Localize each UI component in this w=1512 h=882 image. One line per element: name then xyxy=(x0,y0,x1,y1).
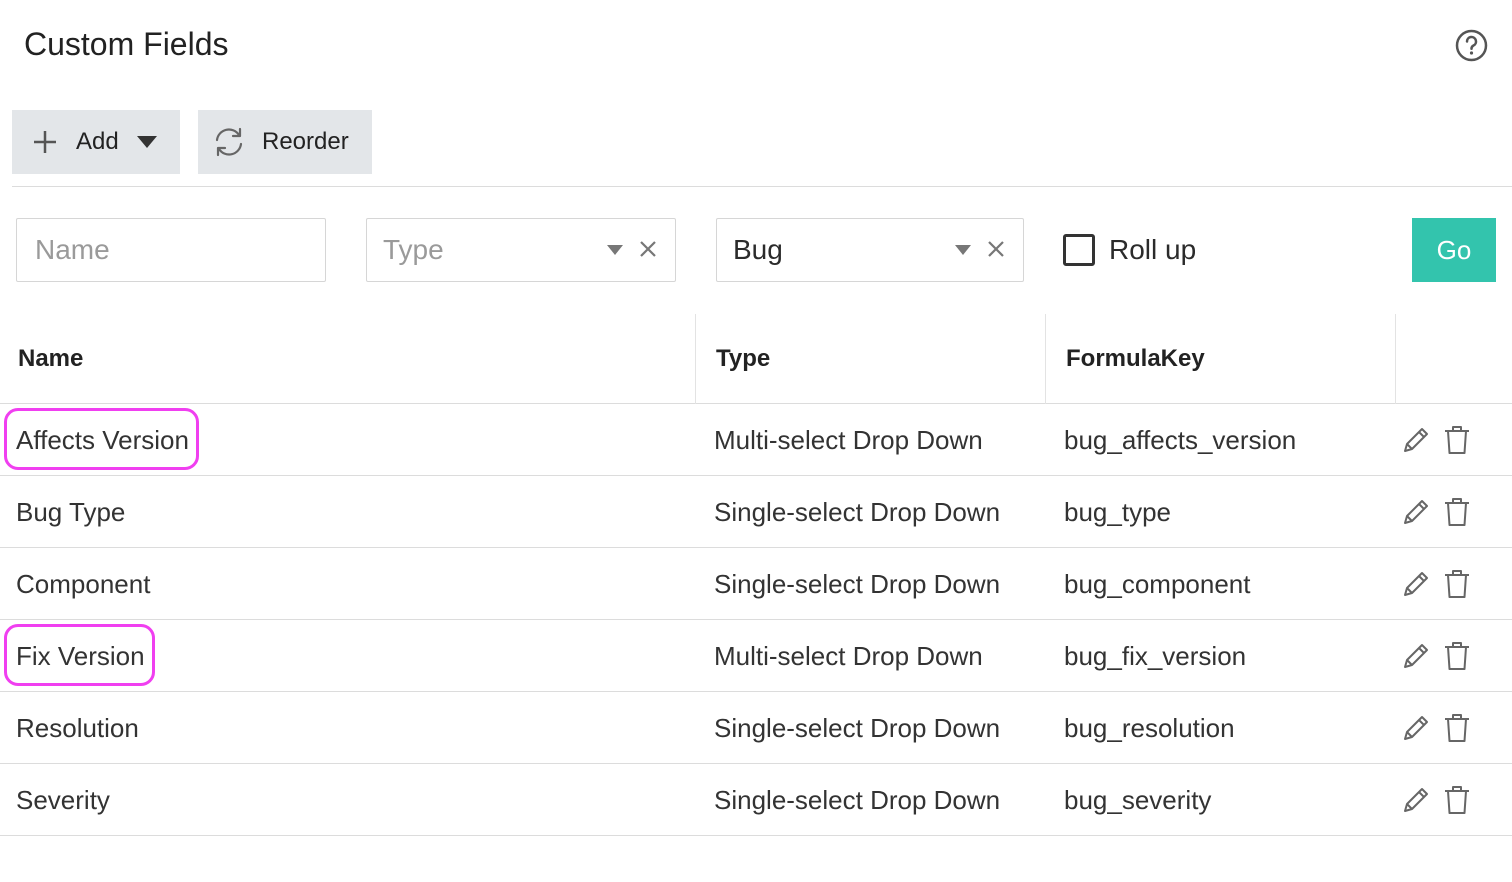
row-type: Single-select Drop Down xyxy=(714,496,1001,527)
add-button-label: Add xyxy=(76,128,119,155)
trash-icon[interactable] xyxy=(1442,640,1472,672)
row-formula-key: bug_fix_version xyxy=(1064,640,1247,671)
pencil-icon[interactable] xyxy=(1400,640,1432,672)
pencil-icon[interactable] xyxy=(1400,496,1432,528)
table-row[interactable]: Resolution Single-select Drop Down bug_res… xyxy=(0,692,1512,764)
name-filter-field[interactable] xyxy=(16,218,326,282)
question-circle-icon[interactable] xyxy=(1455,29,1488,62)
row-formula-key: bug_resolution xyxy=(1064,712,1235,743)
caret-down-icon[interactable] xyxy=(955,245,971,255)
table-row[interactable]: Bug Type Single-select Drop Down bug_type xyxy=(0,476,1512,548)
column-divider xyxy=(695,314,696,404)
trash-icon[interactable] xyxy=(1442,784,1472,816)
row-actions xyxy=(1400,764,1482,836)
trash-icon[interactable] xyxy=(1442,568,1472,600)
table-body: Affects Version Multi-select Drop Down bug… xyxy=(0,404,1512,836)
plus-icon xyxy=(34,131,56,153)
row-formula-key: bug_type xyxy=(1064,496,1171,527)
rollup-checkbox[interactable] xyxy=(1063,234,1095,266)
type-filter-select[interactable]: Type xyxy=(366,218,676,282)
row-name[interactable]: Bug Type xyxy=(16,476,125,548)
caret-down-icon xyxy=(136,136,157,148)
row-actions xyxy=(1400,548,1482,620)
row-name[interactable]: Resolution xyxy=(16,692,139,764)
table-row[interactable]: Severity Single-select Drop Down bug_sever… xyxy=(0,764,1512,836)
row-type: Multi-select Drop Down xyxy=(714,424,983,455)
table-row[interactable]: Affects Version Multi-select Drop Down bug… xyxy=(0,404,1512,476)
row-name[interactable]: Component xyxy=(16,548,150,620)
column-divider xyxy=(1395,314,1396,404)
row-type: Multi-select Drop Down xyxy=(714,640,983,671)
clear-icon[interactable] xyxy=(639,240,657,258)
row-actions xyxy=(1400,476,1482,548)
trash-icon[interactable] xyxy=(1442,712,1472,744)
item-type-filter-value: Bug xyxy=(733,234,783,265)
column-header-name[interactable]: Name xyxy=(18,314,83,404)
name-filter-input[interactable] xyxy=(33,233,303,267)
row-formula-key: bug_affects_version xyxy=(1064,424,1297,455)
rollup-label: Roll up xyxy=(1109,234,1197,265)
go-button[interactable]: Go xyxy=(1412,218,1496,282)
row-formula-key: bug_component xyxy=(1064,568,1251,599)
add-button[interactable]: Add xyxy=(12,110,180,174)
row-type: Single-select Drop Down xyxy=(714,568,1001,599)
row-name[interactable]: Severity xyxy=(16,764,110,836)
pencil-icon[interactable] xyxy=(1400,712,1432,744)
row-name[interactable]: Affects Version xyxy=(16,404,189,476)
rollup-toggle[interactable]: Roll up xyxy=(1063,234,1196,266)
pencil-icon[interactable] xyxy=(1400,568,1432,600)
column-header-formula-key[interactable]: FormulaKey xyxy=(1066,314,1205,404)
row-name[interactable]: Fix Version xyxy=(16,620,145,692)
refresh-icon xyxy=(215,127,243,157)
caret-down-icon[interactable] xyxy=(607,245,623,255)
reorder-button[interactable]: Reorder xyxy=(198,110,372,174)
row-type: Single-select Drop Down xyxy=(714,784,1001,815)
row-formula-key: bug_severity xyxy=(1064,784,1212,815)
table-row[interactable]: Fix Version Multi-select Drop Down bug_fix… xyxy=(0,620,1512,692)
item-type-filter-select[interactable]: Bug xyxy=(716,218,1024,282)
reorder-button-label: Reorder xyxy=(262,128,349,155)
trash-icon[interactable] xyxy=(1442,424,1472,456)
row-actions xyxy=(1400,404,1482,476)
type-filter-placeholder: Type xyxy=(383,234,444,265)
toolbar-divider xyxy=(12,186,1512,187)
pencil-icon[interactable] xyxy=(1400,424,1432,456)
table-row[interactable]: Component Single-select Drop Down bug_comp… xyxy=(0,548,1512,620)
custom-fields-table: Name Type FormulaKey Affects Version Mult… xyxy=(0,314,1512,836)
page-title: Custom Fields xyxy=(24,26,229,62)
column-divider xyxy=(1045,314,1046,404)
clear-icon[interactable] xyxy=(987,240,1005,258)
row-actions xyxy=(1400,692,1482,764)
trash-icon[interactable] xyxy=(1442,496,1472,528)
row-actions xyxy=(1400,620,1482,692)
pencil-icon[interactable] xyxy=(1400,784,1432,816)
row-type: Single-select Drop Down xyxy=(714,712,1001,743)
column-header-type[interactable]: Type xyxy=(716,314,770,404)
table-header: Name Type FormulaKey xyxy=(0,314,1512,404)
